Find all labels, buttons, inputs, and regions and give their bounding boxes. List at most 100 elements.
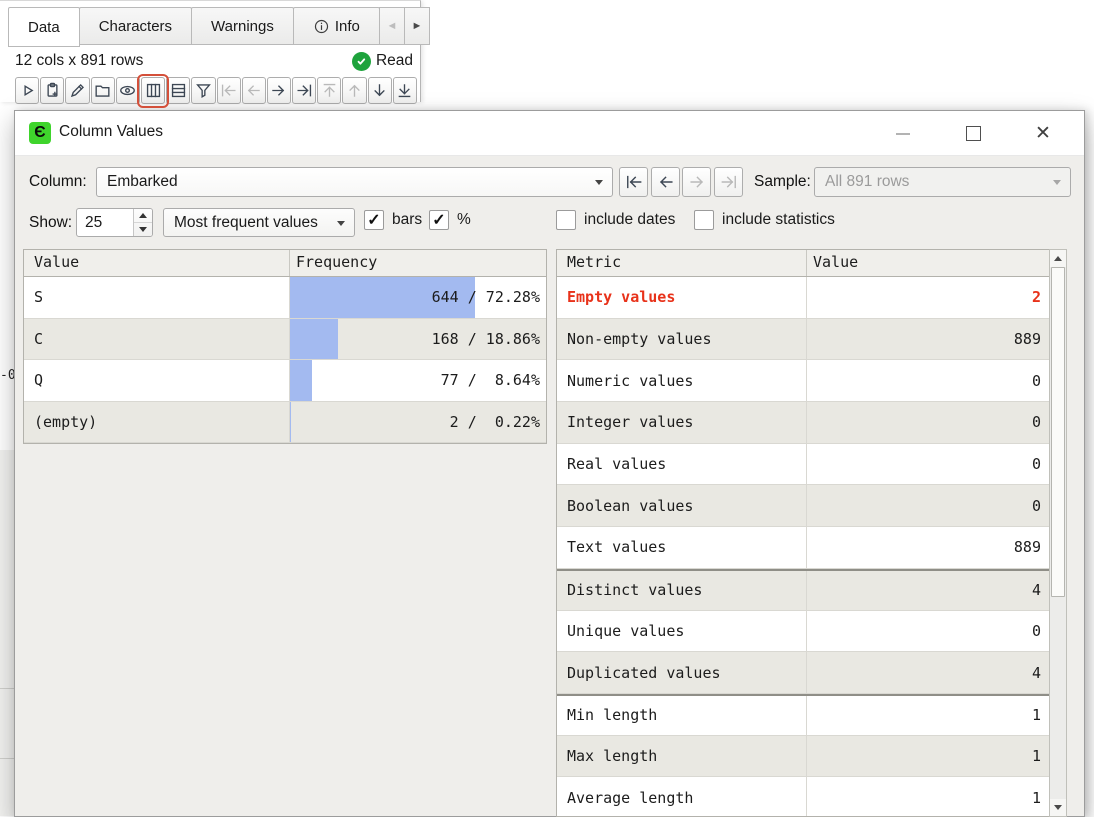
- stats-row[interactable]: Average length1: [557, 777, 1049, 817]
- frequency-row[interactable]: Q 77 / 8.64%: [24, 360, 546, 402]
- stats-row[interactable]: Numeric values0: [557, 360, 1049, 402]
- tab-warnings[interactable]: Warnings: [191, 7, 294, 45]
- show-count-stepper[interactable]: 25: [76, 208, 153, 237]
- show-count-value: 25: [77, 209, 133, 236]
- close-button[interactable]: ✕: [1008, 111, 1078, 156]
- checkbox-box[interactable]: ✓: [429, 210, 449, 230]
- metric-value-cell: 889: [807, 319, 1049, 360]
- edit-button[interactable]: [65, 77, 89, 104]
- next-row-button[interactable]: [368, 77, 392, 104]
- open-button[interactable]: [91, 77, 115, 104]
- stats-row[interactable]: Empty values2: [557, 277, 1049, 319]
- frequency-row[interactable]: C168 / 18.86%: [24, 319, 546, 361]
- stepper-up-button[interactable]: [134, 209, 152, 223]
- minimize-button[interactable]: [868, 111, 938, 156]
- checkbox-box[interactable]: [556, 210, 576, 230]
- stats-row[interactable]: Text values889: [557, 527, 1049, 569]
- last-row-button[interactable]: [393, 77, 417, 104]
- scroll-up-button[interactable]: [1050, 250, 1066, 267]
- stats-row[interactable]: Real values0: [557, 444, 1049, 486]
- background-left-strip: -00: [0, 110, 14, 816]
- sample-label: Sample:: [754, 173, 811, 191]
- prev-column-button[interactable]: [242, 77, 266, 104]
- stats-row[interactable]: Duplicated values4: [557, 652, 1049, 694]
- stats-row[interactable]: Max length1: [557, 736, 1049, 778]
- arrow-left-icon: [244, 81, 263, 100]
- metric-column-header: Metric: [557, 250, 807, 276]
- next-column-button[interactable]: [267, 77, 291, 104]
- row-values-button[interactable]: [166, 77, 190, 104]
- stats-row[interactable]: Non-empty values889: [557, 319, 1049, 361]
- stats-row[interactable]: Boolean values0: [557, 485, 1049, 527]
- metric-cell: Min length: [557, 696, 807, 735]
- column-values-button[interactable]: [141, 77, 165, 104]
- arrow-left-icon: [656, 172, 676, 192]
- metric-cell: Boolean values: [557, 485, 807, 526]
- checkbox-box[interactable]: [694, 210, 714, 230]
- app-logo-icon: Є: [29, 122, 51, 144]
- tab-data[interactable]: Data: [8, 7, 80, 47]
- stats-row[interactable]: Integer values0: [557, 402, 1049, 444]
- tab-scroll-left-button[interactable]: ◄: [379, 7, 405, 45]
- pencil-icon: [68, 81, 87, 100]
- prev-column-button[interactable]: [651, 167, 680, 197]
- sample-select[interactable]: All 891 rows: [814, 167, 1071, 197]
- run-button[interactable]: [15, 77, 39, 104]
- metric-cell: Empty values: [557, 277, 807, 318]
- stats-row[interactable]: Distinct values4: [557, 569, 1049, 611]
- maximize-button[interactable]: [938, 111, 1008, 156]
- stats-table-header: Metric Value: [557, 250, 1049, 277]
- checkbox-include-dates[interactable]: include dates: [556, 210, 675, 230]
- stats-scrollbar[interactable]: [1049, 249, 1067, 817]
- first-column-button[interactable]: [217, 77, 241, 104]
- triangle-down-icon: [139, 227, 147, 232]
- first-column-button[interactable]: [619, 167, 648, 197]
- metric-value-cell: 0: [807, 402, 1049, 443]
- metric-value-cell: 2: [807, 277, 1049, 318]
- chevron-down-icon: [337, 221, 345, 226]
- checkbox-%[interactable]: ✓%: [429, 210, 471, 230]
- prev-row-button[interactable]: [342, 77, 366, 104]
- frequency-row[interactable]: S644 / 72.28%: [24, 277, 546, 319]
- frequency-cell: 77 / 8.64%: [290, 360, 546, 401]
- tab-characters[interactable]: Characters: [79, 7, 192, 45]
- checkbox-box[interactable]: ✓: [364, 210, 384, 230]
- paste-button[interactable]: [40, 77, 64, 104]
- frequency-row[interactable]: (empty) 2 / 0.22%: [24, 402, 546, 444]
- checkbox-include-statistics[interactable]: include statistics: [694, 210, 835, 230]
- last-column-button[interactable]: [292, 77, 316, 104]
- tab-info[interactable]: Info: [293, 7, 380, 45]
- stats-row[interactable]: Min length1: [557, 694, 1049, 736]
- order-select-value: Most frequent values: [174, 214, 318, 232]
- filter-button[interactable]: [191, 77, 215, 104]
- frequency-cell: 2 / 0.22%: [290, 402, 546, 443]
- metric-cell: Non-empty values: [557, 319, 807, 360]
- stepper-down-button[interactable]: [134, 223, 152, 236]
- value-cell: Q: [24, 360, 290, 401]
- first-row-button[interactable]: [317, 77, 341, 104]
- columns-icon: [144, 81, 163, 100]
- last-column-button[interactable]: [714, 167, 743, 197]
- triangle-up-icon: [139, 213, 147, 218]
- frequency-bar: [290, 360, 312, 401]
- paste-icon: [43, 81, 62, 100]
- column-select-value: Embarked: [107, 173, 178, 191]
- view-button[interactable]: [116, 77, 140, 104]
- scroll-down-button[interactable]: [1050, 799, 1066, 816]
- order-select[interactable]: Most frequent values: [163, 208, 355, 237]
- metric-value-cell: 1: [807, 736, 1049, 777]
- column-select[interactable]: Embarked: [96, 167, 613, 197]
- next-column-button[interactable]: [682, 167, 711, 197]
- funnel-icon: [194, 81, 213, 100]
- checkbox-bars[interactable]: ✓bars: [364, 210, 422, 230]
- metric-value-cell: 0: [807, 611, 1049, 652]
- dialog-titlebar[interactable]: Є Column Values ✕: [15, 111, 1084, 156]
- tab-bar: DataCharactersWarningsInfo ◄ ►: [8, 7, 430, 45]
- chevron-down-icon: [1053, 180, 1061, 185]
- triangle-down-icon: [1054, 805, 1062, 810]
- metric-cell: Integer values: [557, 402, 807, 443]
- stats-row[interactable]: Unique values0: [557, 611, 1049, 653]
- value-cell: C: [24, 319, 290, 360]
- tab-scroll-right-button[interactable]: ►: [404, 7, 430, 45]
- scrollbar-thumb[interactable]: [1051, 267, 1065, 597]
